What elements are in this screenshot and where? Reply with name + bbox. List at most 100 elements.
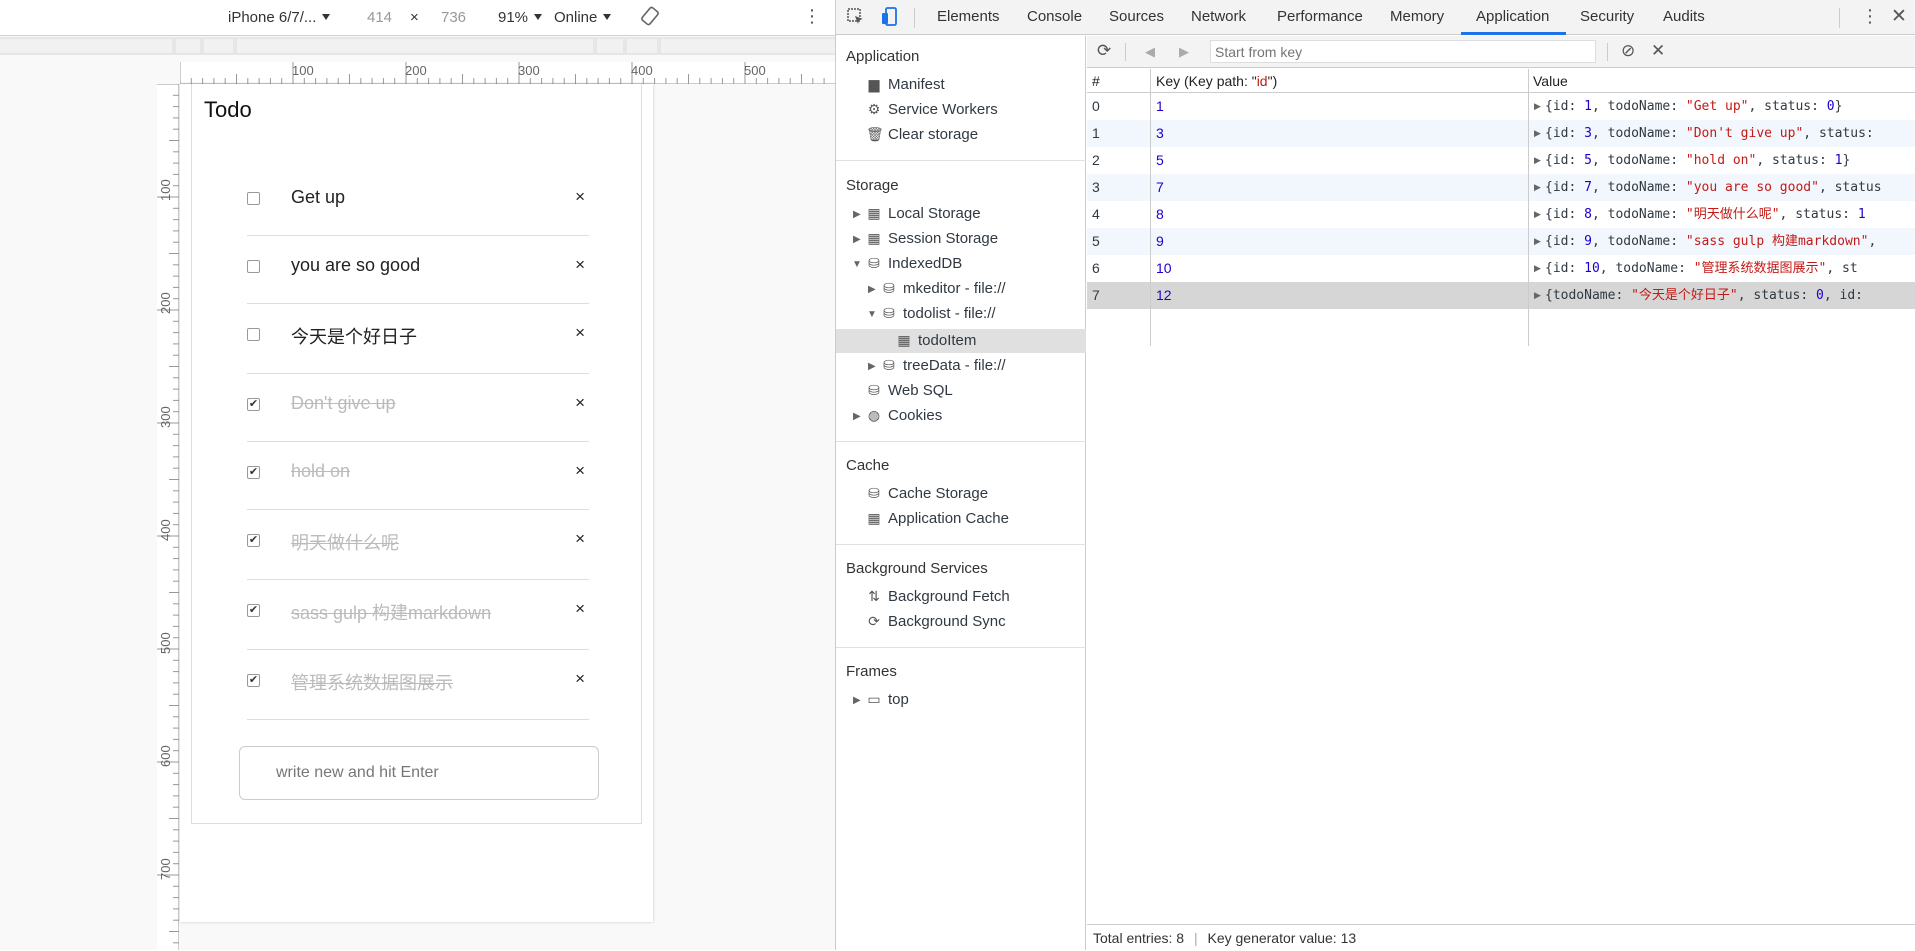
todo-text[interactable]: Don't give up — [291, 393, 396, 414]
expand-arrow-icon[interactable]: ▶ — [853, 695, 861, 706]
ruler-label: 500 — [744, 63, 766, 78]
expand-arrow-icon[interactable]: ▶ — [853, 209, 861, 220]
table-row[interactable]: 2 5 ▶ {id: 5, todoName: "hold on", status: … — [1087, 147, 1915, 174]
expand-arrow-icon[interactable]: ▶ — [1534, 228, 1541, 255]
device-toolbar-icon[interactable] — [880, 6, 900, 32]
expand-arrow-icon[interactable]: ▶ — [868, 361, 876, 372]
todo-checkbox-checked[interactable]: ✔ — [247, 674, 260, 687]
delete-icon[interactable]: × — [575, 599, 585, 619]
table-row[interactable]: 3 7 ▶ {id: 7, todoName: "you are so good", … — [1087, 174, 1915, 201]
zoom-select[interactable]: 91% — [498, 9, 542, 26]
todo-text[interactable]: 管理系统数据图展示 — [291, 669, 453, 695]
todo-checkbox-checked[interactable]: ✔ — [247, 398, 260, 411]
device-select[interactable]: iPhone 6/7/... — [228, 9, 330, 26]
more-options-icon[interactable]: ⋮ — [1861, 6, 1879, 27]
expand-arrow-icon[interactable]: ▶ — [868, 284, 876, 295]
todo-checkbox[interactable] — [247, 260, 260, 273]
table-row[interactable]: 7 12 ▶ {todoName: "今天是个好日子", status: 0, id: — [1087, 282, 1915, 309]
todo-text[interactable]: hold on — [291, 461, 350, 482]
table-row[interactable]: 6 10 ▶ {id: 10, todoName: "管理系统数据图展示", st — [1087, 255, 1915, 282]
sidebar-item-background-sync[interactable]: ⟳ Background Sync — [866, 609, 1005, 634]
row-index: 2 — [1092, 152, 1100, 168]
delete-icon[interactable]: × — [575, 529, 585, 549]
clear-object-store-icon[interactable]: ⊘ — [1621, 41, 1635, 61]
todo-checkbox[interactable] — [247, 192, 260, 205]
start-from-key-input[interactable] — [1210, 40, 1596, 63]
viewport-height[interactable]: 736 — [441, 9, 466, 26]
previous-page-icon[interactable]: ◀ — [1145, 44, 1155, 60]
table-row[interactable]: 4 8 ▶ {id: 8, todoName: "明天做什么呢", status: 1 — [1087, 201, 1915, 228]
expand-arrow-icon[interactable]: ▶ — [853, 411, 861, 422]
viewport-width[interactable]: 414 — [367, 9, 392, 26]
sidebar-item-web-sql[interactable]: ⛁ Web SQL — [866, 378, 953, 403]
todo-text[interactable]: 明天做什么呢 — [291, 529, 399, 555]
column-header-value[interactable]: Value — [1533, 69, 1568, 93]
tab-console[interactable]: Console — [1027, 8, 1082, 25]
sidebar-item-application-cache[interactable]: ▦ Application Cache — [866, 506, 1009, 531]
sidebar-item-db-treedata[interactable]: ⛁ treeData - file:// — [881, 353, 1005, 378]
expand-arrow-icon[interactable]: ▶ — [1534, 174, 1541, 201]
todo-checkbox[interactable] — [247, 328, 260, 341]
sidebar-item-local-storage[interactable]: ▦ Local Storage — [866, 201, 980, 226]
delete-icon[interactable]: × — [575, 461, 585, 481]
sidebar-item-background-fetch[interactable]: ⇅ Background Fetch — [866, 584, 1010, 609]
todo-text[interactable]: sass gulp 构建markdown — [291, 599, 491, 625]
todo-text[interactable]: 今天是个好日子 — [291, 323, 417, 349]
tab-performance[interactable]: Performance — [1277, 8, 1363, 25]
next-page-icon[interactable]: ▶ — [1179, 44, 1189, 60]
delete-icon[interactable]: × — [575, 393, 585, 413]
delete-icon[interactable]: × — [575, 669, 585, 689]
delete-selected-icon[interactable]: ✕ — [1651, 41, 1665, 61]
inspect-element-icon[interactable] — [846, 7, 866, 31]
expand-arrow-icon[interactable]: ▶ — [1534, 93, 1541, 120]
close-icon[interactable]: ✕ — [1891, 5, 1907, 28]
tab-network[interactable]: Network — [1191, 8, 1246, 25]
sidebar-item-service-workers[interactable]: ⚙ Service Workers — [866, 97, 998, 122]
expand-arrow-icon[interactable]: ▶ — [1534, 201, 1541, 228]
tab-application[interactable]: Application — [1476, 8, 1549, 25]
new-todo-input[interactable] — [239, 746, 599, 800]
sidebar-item-cache-storage[interactable]: ⛁ Cache Storage — [866, 481, 988, 506]
rotate-icon[interactable] — [640, 6, 660, 30]
delete-icon[interactable]: × — [575, 323, 585, 343]
sidebar-item-indexeddb[interactable]: ⛁ IndexedDB — [866, 251, 962, 276]
delete-icon[interactable]: × — [575, 187, 585, 207]
expand-arrow-icon[interactable]: ▶ — [853, 234, 861, 245]
todo-checkbox-checked[interactable]: ✔ — [247, 534, 260, 547]
delete-icon[interactable]: × — [575, 255, 585, 275]
sidebar-item-frame-top[interactable]: ▭ top — [866, 687, 908, 712]
expand-arrow-icon[interactable]: ▶ — [1534, 255, 1541, 282]
table-row[interactable]: 0 1 ▶ {id: 1, todoName: "Get up", status: 0… — [1087, 93, 1915, 120]
expand-arrow-icon[interactable]: ▶ — [1534, 147, 1541, 174]
tab-security[interactable]: Security — [1580, 8, 1634, 25]
tab-memory[interactable]: Memory — [1390, 8, 1444, 25]
sidebar-item-session-storage[interactable]: ▦ Session Storage — [866, 226, 998, 251]
sidebar-item-clear-storage[interactable]: 🗑 Clear storage — [866, 122, 978, 147]
sidebar-item-object-store-todoitem[interactable]: ▦ todoItem — [896, 328, 976, 353]
media-query-bar[interactable] — [0, 37, 835, 55]
todo-checkbox-checked[interactable]: ✔ — [247, 466, 260, 479]
expand-arrow-icon[interactable]: ▶ — [1534, 282, 1541, 309]
collapse-arrow-icon[interactable]: ▼ — [852, 259, 862, 270]
tab-sources[interactable]: Sources — [1109, 8, 1164, 25]
table-row[interactable]: 5 9 ▶ {id: 9, todoName: "sass gulp 构建markdo… — [1087, 228, 1915, 255]
refresh-icon[interactable]: ⟳ — [1097, 41, 1111, 61]
more-options-icon[interactable]: ⋮ — [803, 6, 821, 27]
sidebar-item-manifest[interactable]: ▆ Manifest — [866, 72, 945, 97]
sidebar-item-db-todolist[interactable]: ⛁ todolist - file:// — [881, 301, 995, 326]
network-throttle-select[interactable]: Online — [554, 9, 611, 26]
todo-text[interactable]: you are so good — [291, 255, 420, 276]
sidebar-item-db-mkeditor[interactable]: ⛁ mkeditor - file:// — [881, 276, 1005, 301]
tab-audits[interactable]: Audits — [1663, 8, 1705, 25]
collapse-arrow-icon[interactable]: ▼ — [867, 309, 877, 320]
todo-checkbox-checked[interactable]: ✔ — [247, 604, 260, 617]
section-title-application: Application — [846, 48, 920, 65]
database-icon: ⛁ — [868, 255, 880, 271]
table-row[interactable]: 1 3 ▶ {id: 3, todoName: "Don't give up", st… — [1087, 120, 1915, 147]
sidebar-item-cookies[interactable]: ◍ Cookies — [866, 403, 942, 428]
column-header-key[interactable]: Key (Key path: "id") — [1156, 69, 1277, 93]
todo-text[interactable]: Get up — [291, 187, 345, 208]
column-header-index[interactable]: # — [1092, 69, 1100, 93]
expand-arrow-icon[interactable]: ▶ — [1534, 120, 1541, 147]
tab-elements[interactable]: Elements — [937, 8, 1000, 25]
